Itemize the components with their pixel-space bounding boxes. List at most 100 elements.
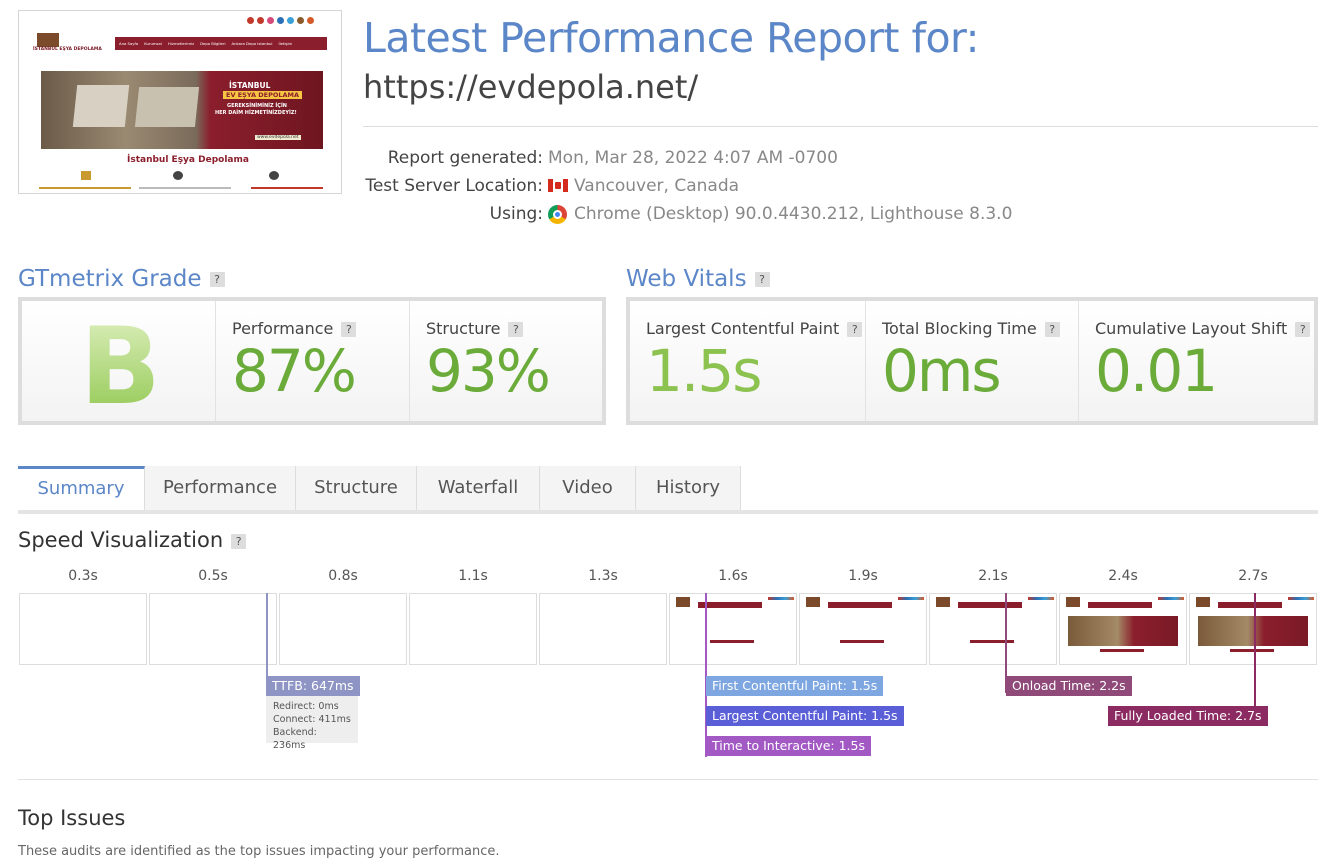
header-divider	[363, 126, 1318, 127]
page-screenshot-thumbnail[interactable]: İSTANBUL EŞYA DEPOLAMA Ana Sayfa Kurumsa…	[18, 10, 342, 194]
help-icon[interactable]: ?	[1044, 322, 1060, 337]
tbt-cell: Total Blocking Time? 0ms	[866, 301, 1079, 421]
help-icon[interactable]: ?	[847, 322, 863, 337]
frame-caption	[840, 640, 884, 643]
tab-history[interactable]: History	[636, 466, 741, 510]
tab-waterfall[interactable]: Waterfall	[417, 466, 540, 510]
performance-score-cell: Performance? 87%	[216, 301, 410, 421]
tti-label[interactable]: Time to Interactive: 1.5s	[706, 736, 871, 756]
timeline-tick: 2.7s	[1238, 568, 1268, 584]
frame-nav	[1088, 602, 1152, 608]
performance-label: Performance?	[232, 319, 357, 338]
fully-loaded-label[interactable]: Fully Loaded Time: 2.7s	[1108, 706, 1268, 726]
help-icon[interactable]: ?	[508, 322, 524, 337]
help-icon[interactable]: ?	[231, 533, 247, 549]
ttfb-breakdown: Redirect: 0ms Connect: 411ms Backend: 23…	[266, 696, 358, 751]
filmstrip-frame[interactable]	[19, 593, 147, 665]
meta-using: Using: Chrome (Desktop) 90.0.4430.212, L…	[363, 204, 1063, 230]
hero-text: İSTANBUL	[229, 81, 271, 90]
meta-key: Using:	[489, 204, 543, 224]
truck-icon	[173, 171, 183, 180]
filmstrip-frame[interactable]	[669, 593, 797, 665]
filmstrip-frame[interactable]	[149, 593, 277, 665]
tab-performance[interactable]: Performance	[145, 466, 296, 510]
social-icons	[247, 17, 327, 24]
meta-report-generated: Report generated: Mon, Mar 28, 2022 4:07…	[363, 148, 1063, 174]
tab-summary[interactable]: Summary	[18, 466, 145, 510]
filmstrip-frame[interactable]	[1189, 593, 1317, 665]
frame-hero	[1198, 616, 1308, 646]
cls-cell: Cumulative Layout Shift? 0.01	[1079, 301, 1314, 421]
tab-video[interactable]: Video	[540, 466, 636, 510]
meta-value: Chrome (Desktop) 90.0.4430.212, Lighthou…	[548, 204, 1012, 224]
filmstrip-frame[interactable]	[929, 593, 1057, 665]
tab-structure[interactable]: Structure	[296, 466, 417, 510]
frame-nav	[958, 602, 1022, 608]
meta-value: Vancouver, Canada	[548, 176, 739, 196]
help-icon[interactable]: ?	[754, 272, 770, 287]
top-issues-heading: Top Issues	[18, 806, 126, 830]
lcp-value: 1.5s	[646, 337, 762, 405]
site-footer-text	[251, 187, 323, 189]
grade-letter: B	[80, 305, 161, 428]
lcp-label: Largest Contentful Paint?	[646, 319, 863, 338]
section-divider	[18, 779, 1318, 780]
filmstrip-frame[interactable]	[799, 593, 927, 665]
performance-value: 87%	[232, 337, 357, 405]
heading-text: Web Vitals	[626, 266, 747, 292]
web-vitals-panel: Largest Contentful Paint? 1.5s Total Blo…	[626, 297, 1318, 425]
filmstrip-frame[interactable]	[279, 593, 407, 665]
frame-caption	[1230, 649, 1274, 652]
cls-label: Cumulative Layout Shift?	[1095, 319, 1311, 338]
timeline-tick: 0.8s	[328, 568, 358, 584]
heading-text: GTmetrix Grade	[18, 266, 202, 292]
timeline-tick: 1.1s	[458, 568, 488, 584]
report-tabs: Summary Performance Structure Waterfall …	[18, 466, 1318, 514]
help-icon[interactable]: ?	[341, 322, 357, 337]
chrome-icon	[548, 205, 567, 224]
web-vitals-heading: Web Vitals?	[626, 266, 770, 292]
frame-social-icons	[1288, 597, 1314, 600]
fcp-label[interactable]: First Contentful Paint: 1.5s	[706, 676, 884, 696]
connect-time: Connect: 411ms	[273, 714, 351, 725]
ttfb-label[interactable]: TTFB: 647ms	[266, 676, 360, 696]
fcp-marker-line	[705, 593, 707, 757]
box-icon	[81, 171, 91, 180]
heading-text: Speed Visualization	[18, 528, 224, 552]
speed-visualization-heading: Speed Visualization?	[18, 528, 247, 552]
frame-hero	[1068, 616, 1178, 646]
help-icon[interactable]: ?	[1295, 322, 1311, 337]
frame-logo	[1066, 597, 1080, 607]
frame-logo	[1196, 597, 1210, 607]
redirect-time: Redirect: 0ms	[273, 701, 339, 712]
site-caption: İstanbul Eşya Depolama	[127, 155, 249, 165]
hero-text: GEREKSİNİMİNİZ İÇİN	[227, 103, 287, 109]
timeline-tick: 2.4s	[1108, 568, 1138, 584]
frame-social-icons	[768, 597, 794, 600]
canada-flag-icon	[548, 179, 568, 192]
structure-label: Structure?	[426, 319, 524, 338]
timeline-tick: 1.6s	[718, 568, 748, 584]
filmstrip-frame[interactable]	[409, 593, 537, 665]
structure-value: 93%	[426, 337, 551, 405]
hero-text: EV EŞYA DEPOLAMA	[223, 91, 303, 99]
meta-value-text: Vancouver, Canada	[574, 176, 740, 196]
filmstrip-frame[interactable]	[539, 593, 667, 665]
frame-logo	[806, 597, 820, 607]
frame-social-icons	[1028, 597, 1054, 600]
report-url[interactable]: https://evdepola.net/	[363, 68, 698, 106]
site-footer-text	[139, 187, 231, 189]
meta-key: Report generated:	[387, 148, 543, 168]
lcp-marker-label[interactable]: Largest Contentful Paint: 1.5s	[706, 706, 904, 726]
meta-key: Test Server Location:	[365, 176, 543, 196]
timeline-tick: 1.3s	[588, 568, 618, 584]
cls-value: 0.01	[1095, 337, 1218, 405]
timeline-tick: 1.9s	[848, 568, 878, 584]
frame-caption	[1100, 649, 1144, 652]
onload-label[interactable]: Onload Time: 2.2s	[1006, 676, 1132, 696]
site-hero-banner: İSTANBUL EV EŞYA DEPOLAMA GEREKSİNİMİNİZ…	[41, 71, 323, 149]
filmstrip-frame[interactable]	[1059, 593, 1187, 665]
meta-server-location: Test Server Location: Vancouver, Canada	[363, 176, 1063, 202]
tbt-value: 0ms	[882, 337, 1002, 405]
help-icon[interactable]: ?	[209, 272, 225, 287]
